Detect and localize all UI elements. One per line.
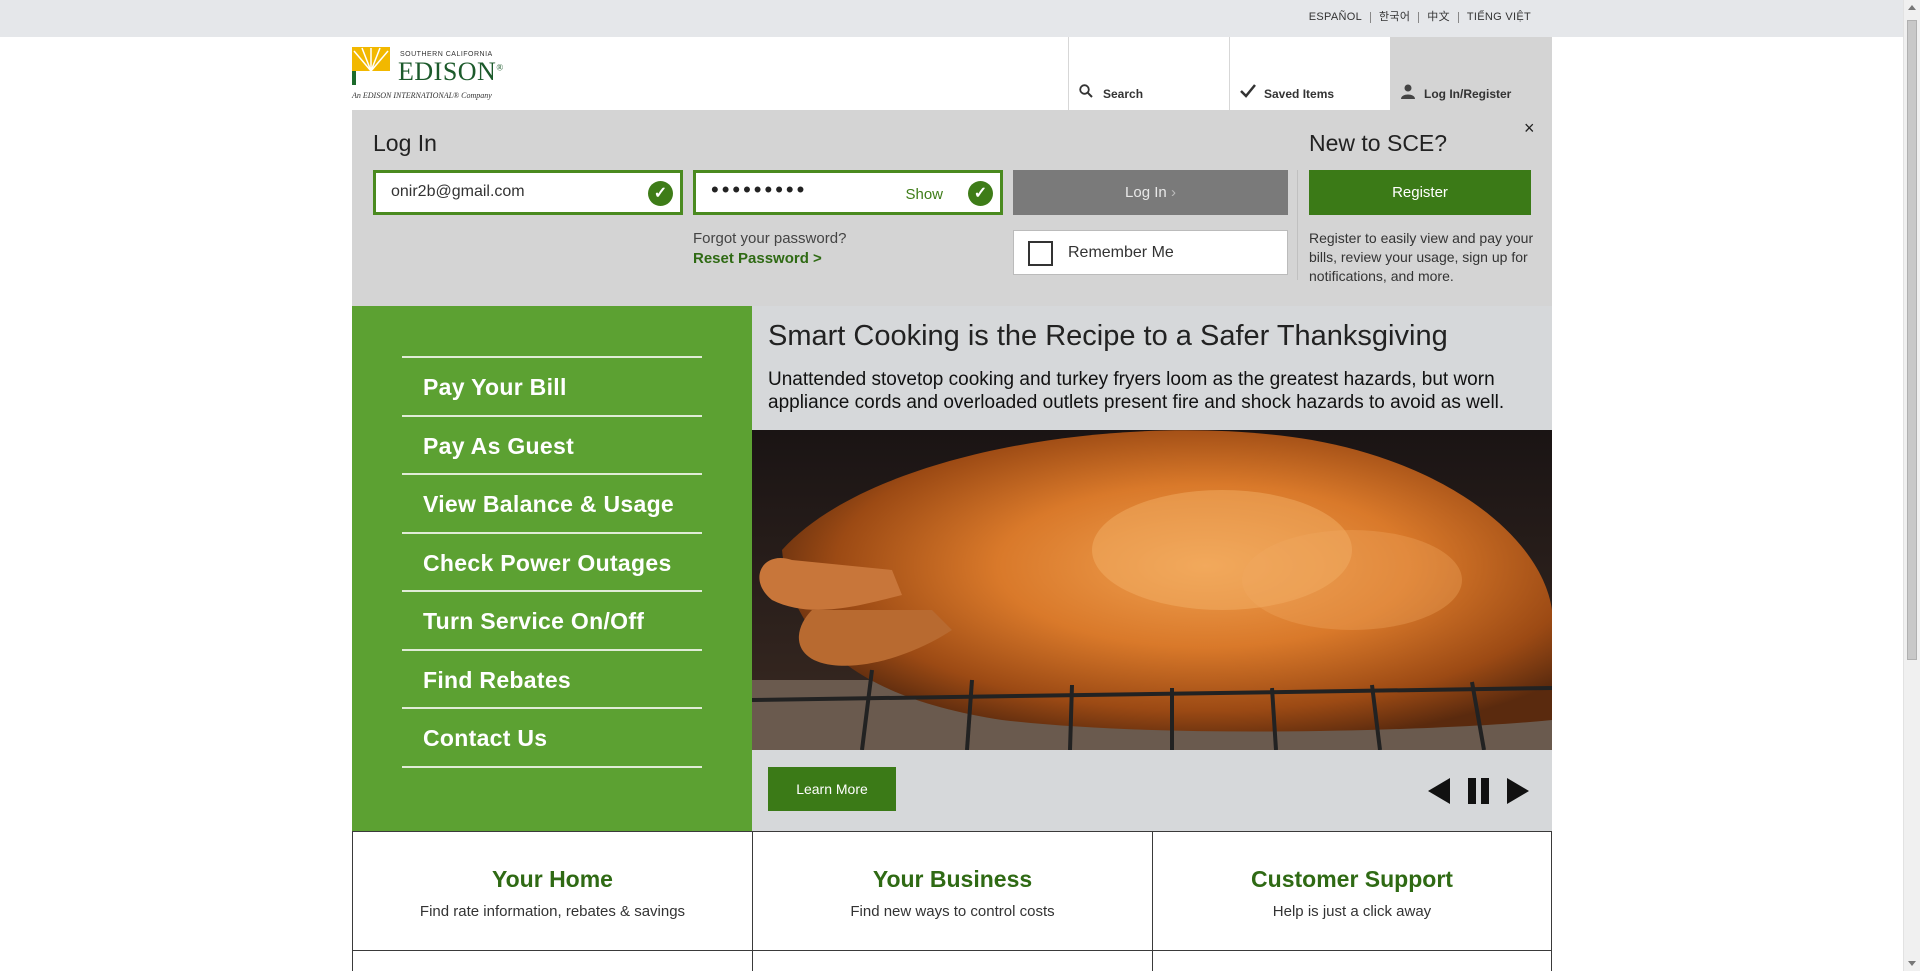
carousel-next-icon[interactable] [1505,776,1531,806]
lang-espanol-link[interactable]: ESPAÑOL [1301,12,1370,23]
quick-links-panel: Pay Your Bill Pay As Guest View Balance … [352,306,752,831]
search-icon [1079,84,1093,98]
checkbox-box [1028,241,1053,266]
quick-link-pay-guest[interactable]: Pay As Guest [402,417,702,475]
password-field[interactable]: ••••••••• Show ✓ [693,170,1003,215]
login-register-label: Log In/Register [1424,87,1512,101]
tile-description: Find new ways to control costs [850,903,1055,920]
tile-your-home[interactable]: Your Home Find rate information, rebates… [352,831,753,951]
carousel-prev-icon[interactable] [1426,776,1452,806]
learn-more-button[interactable]: Learn More [768,767,896,811]
new-to-sce-title: New to SCE? [1309,130,1448,156]
language-list: ESPAÑOL 한국어 中文 TIẾNG VIỆT [1301,12,1539,23]
hero-title: Smart Cooking is the Recipe to a Safer T… [768,320,1448,352]
tile-divider [1551,951,1552,971]
hero-image-roast-turkey [752,430,1552,750]
tile-divider [352,951,353,971]
show-password-toggle[interactable]: Show [905,186,943,203]
register-button[interactable]: Register [1309,170,1531,215]
login-panel: Log In onir2b@gmail.com ✓ ••••••••• Show… [352,110,1552,306]
chevron-right-icon: › [1170,184,1176,201]
quick-link-pay-bill[interactable]: Pay Your Bill [402,358,702,417]
login-title: Log In [373,130,437,156]
logo-sun-icon [352,47,390,85]
email-valid-check-icon: ✓ [648,181,673,206]
tile-description: Find rate information, rebates & savings [419,903,686,920]
close-icon[interactable]: × [1524,118,1535,139]
carousel-pause-icon[interactable] [1466,776,1492,806]
quick-links-list: Pay Your Bill Pay As Guest View Balance … [402,356,702,768]
saved-items-label: Saved Items [1264,87,1335,101]
remember-me-label: Remember Me [1068,244,1174,261]
checkmark-icon [1240,84,1256,98]
quick-link-contact-us[interactable]: Contact Us [402,709,702,768]
login-button-label: Log In [1125,184,1167,201]
scroll-thumb[interactable] [1907,20,1917,660]
scroll-up-arrow-icon[interactable] [1908,5,1916,10]
lang-vietnamese-link[interactable]: TIẾNG VIỆT [1457,12,1539,23]
site-header: SOUTHERN CALIFORNIA EDISON® An EDISON IN… [352,37,1552,110]
tile-title: Your Business [872,866,1033,892]
hero-subtitle: Unattended stovetop cooking and turkey f… [768,369,1505,413]
category-tiles: Your Home Find rate information, rebates… [352,831,1552,971]
tile-customer-support[interactable]: Customer Support Help is just a click aw… [1152,831,1552,951]
scroll-down-arrow-icon[interactable] [1908,961,1916,966]
logo-tagline: An EDISON INTERNATIONAL® Company [352,91,492,100]
hero-carousel: Smart Cooking is the Recipe to a Safer T… [752,306,1552,831]
logo-wordmark: EDISON® [398,57,504,86]
search-tab-label: Search [1103,87,1144,101]
lang-chinese-link[interactable]: 中文 [1418,12,1458,23]
login-button[interactable]: Log In › [1013,170,1288,215]
quick-link-service-on-off[interactable]: Turn Service On/Off [402,592,702,651]
tile-divider [1152,951,1153,971]
language-bar: ESPAÑOL 한국어 中文 TIẾNG VIỆT [0,0,1903,37]
tile-title: Your Home [492,866,613,892]
password-valid-check-icon: ✓ [968,181,993,206]
user-icon [1400,84,1415,99]
tile-your-business[interactable]: Your Business Find new ways to control c… [752,831,1153,951]
search-tab[interactable]: Search [1068,37,1229,110]
lang-korean-link[interactable]: 한국어 [1370,12,1418,23]
reset-password-link[interactable]: Reset Password > [693,250,822,267]
remember-me-checkbox[interactable]: Remember Me [1013,230,1288,275]
quick-link-view-balance[interactable]: View Balance & Usage [402,475,702,534]
register-description: Register to easily view and pay your bil… [1309,230,1534,284]
email-field[interactable]: onir2b@gmail.com ✓ [373,170,683,215]
email-value: onir2b@gmail.com [391,183,525,200]
saved-items-tab[interactable]: Saved Items [1229,37,1390,110]
tile-title: Customer Support [1251,866,1453,892]
login-divider [1297,170,1298,280]
tile-divider [752,951,753,971]
password-value: ••••••••• [711,177,808,202]
forgot-password-text: Forgot your password? [693,230,847,247]
quick-link-power-outages[interactable]: Check Power Outages [402,534,702,592]
quick-link-find-rebates[interactable]: Find Rebates [402,651,702,709]
tile-description: Help is just a click away [1272,903,1432,920]
login-register-tab[interactable]: Log In/Register [1390,37,1552,110]
sce-logo[interactable]: SOUTHERN CALIFORNIA EDISON® An EDISON IN… [352,47,504,103]
page-scrollbar[interactable] [1903,0,1920,971]
